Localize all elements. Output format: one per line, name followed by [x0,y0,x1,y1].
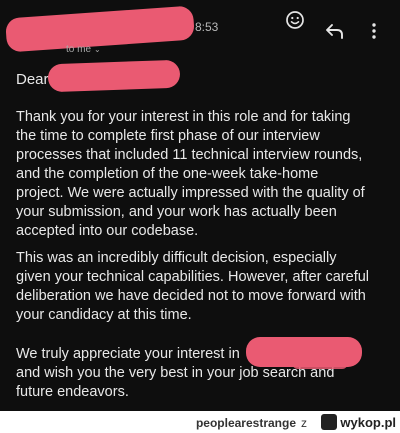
redaction-smear [292,357,348,369]
wykop-logo: wykop.pl [321,414,396,430]
email-time: 8:53 [195,20,219,34]
email-view: 8:53 to me ⌄ Dear Thank you for your inte… [0,0,400,411]
smiley-icon[interactable] [283,8,307,32]
greeting: Dear [16,71,49,88]
redacted-recipient-name [47,59,181,93]
paragraph-interview-process: Thank you for your interest in this role… [16,109,365,239]
paragraph-decision: This was an incredibly difficult decisio… [16,250,370,323]
chevron-down-icon[interactable]: ⌄ [94,45,101,54]
connector-text: z [301,416,307,430]
uploader-username: peoplearestrange [195,416,296,430]
recipient-label: to me [66,44,92,55]
watermark-footer: peoplearestrange z wykop.pl [0,411,400,433]
wykop-logo-icon [321,414,338,430]
more-vertical-icon[interactable] [362,19,386,43]
recipient-line[interactable]: to me ⌄ [66,44,101,55]
reply-icon[interactable] [323,19,347,43]
wykop-logo-text: wykop.pl [340,414,396,430]
